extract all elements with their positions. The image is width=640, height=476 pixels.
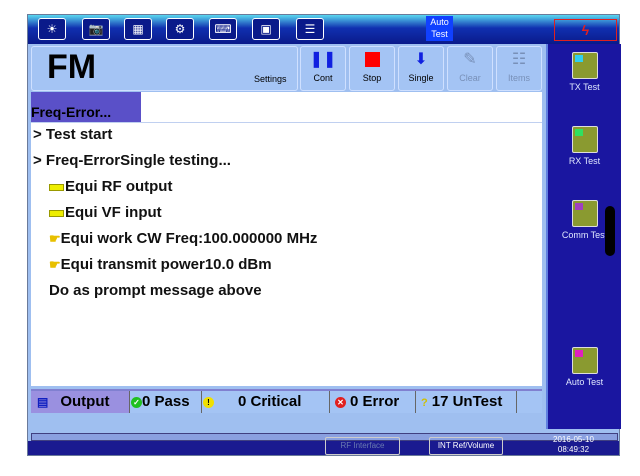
log-line: Equi RF output bbox=[49, 178, 172, 195]
connector-icon bbox=[49, 183, 64, 191]
output-tab[interactable]: ▤ Output bbox=[31, 391, 130, 413]
button-label: Cont bbox=[313, 73, 333, 83]
lightning-icon[interactable]: ϟ bbox=[554, 19, 617, 41]
sidebar-item-rx-test[interactable]: RX Test bbox=[548, 126, 621, 166]
items-list-icon: ☷ bbox=[511, 51, 527, 68]
date: 2016-05-10 bbox=[553, 435, 594, 444]
critical-label: 0 Critical bbox=[238, 393, 302, 410]
single-step-icon: ⬇ bbox=[414, 51, 428, 68]
radio-device-icon bbox=[571, 347, 598, 374]
stop-icon bbox=[350, 47, 394, 73]
sidebar-item-label: Comm Test bbox=[561, 230, 608, 240]
untest-label: 17 UnTest bbox=[431, 393, 503, 410]
radio-device-icon bbox=[571, 126, 598, 153]
pause-icon: ❚❚ bbox=[309, 51, 337, 68]
radio-device-icon bbox=[571, 200, 598, 227]
radio-device-icon bbox=[571, 52, 598, 79]
time: 08:49:32 bbox=[557, 445, 590, 454]
mode-title: FM bbox=[47, 48, 97, 86]
pass-label: 0 Pass bbox=[142, 393, 190, 410]
rf-interface-button[interactable]: RF Interface bbox=[325, 437, 400, 455]
output-log: Freq-Error... > Test start > Freq-ErrorS… bbox=[31, 92, 542, 386]
log-text: Equi transmit power10.0 dBm bbox=[60, 256, 272, 273]
output-label: Output bbox=[60, 393, 110, 410]
clear-brush-icon: ✎ bbox=[463, 51, 477, 68]
error-icon: ✕ bbox=[335, 396, 346, 408]
connector-icon bbox=[49, 209, 64, 217]
hand-pointer-icon: ☛ bbox=[49, 231, 61, 246]
page-scroll-handle[interactable] bbox=[605, 206, 615, 256]
tab-freq-error[interactable]: Freq-Error... bbox=[31, 92, 141, 122]
sidebar-item-tx-test[interactable]: TX Test bbox=[548, 52, 621, 92]
status-bar: ▤ Output ✓ 0 Pass ! 0 Critical ✕ 0 Error ? 17… bbox=[31, 389, 542, 413]
log-text: Equi RF output bbox=[65, 178, 173, 195]
save-icon[interactable]: ▣ bbox=[252, 18, 280, 40]
tab-bar: Freq-Error... bbox=[31, 92, 542, 123]
button-label: Stop bbox=[362, 73, 382, 83]
button-label: Items bbox=[507, 73, 530, 83]
log-line: ☛Equi work CW Freq:100.000000 MHz bbox=[49, 230, 317, 247]
hand-pointer-icon: ☛ bbox=[49, 257, 61, 272]
sidebar-item-auto-test[interactable]: Auto Test bbox=[548, 347, 621, 387]
pass-count: ✓ 0 Pass bbox=[131, 391, 202, 413]
printer-icon[interactable]: ▦ bbox=[124, 18, 152, 40]
critical-count: ! 0 Critical bbox=[203, 391, 330, 413]
settings-link[interactable]: Settings bbox=[254, 74, 287, 84]
untest-count: ? 17 UnTest bbox=[417, 391, 517, 413]
log-text: Equi VF input bbox=[65, 204, 162, 221]
camera-icon[interactable]: 📷 bbox=[82, 18, 110, 40]
single-button[interactable]: ⬇ Single bbox=[398, 46, 444, 91]
app-window: ☀ 📷 ▦ ⚙ ⌨ ▣ ☰ Auto Test ϟ TX Test RX Tes… bbox=[27, 14, 621, 456]
sidebar-item-label: TX Test bbox=[569, 82, 600, 92]
auto-test-indicator: Auto Test bbox=[426, 16, 453, 41]
log-line: > Test start bbox=[33, 126, 113, 143]
sidebar-item-label: Auto Test bbox=[565, 377, 604, 387]
report-icon[interactable]: ☰ bbox=[296, 18, 324, 40]
sidebar-item-label: RX Test bbox=[568, 156, 601, 166]
items-button[interactable]: ☷ Items bbox=[496, 46, 542, 91]
error-label: 0 Error bbox=[350, 393, 400, 410]
stop-button[interactable]: Stop bbox=[349, 46, 395, 91]
brightness-icon[interactable]: ☀ bbox=[38, 18, 66, 40]
cont-button[interactable]: ❚❚ Cont bbox=[300, 46, 346, 91]
button-label: Single bbox=[408, 73, 434, 83]
log-text: Equi work CW Freq:100.000000 MHz bbox=[60, 230, 318, 247]
log-line: > Freq-ErrorSingle testing... bbox=[33, 152, 231, 169]
keyboard-icon[interactable]: ⌨ bbox=[209, 18, 237, 40]
clear-button[interactable]: ✎ Clear bbox=[447, 46, 493, 91]
mode-panel[interactable]: FM Settings bbox=[31, 46, 298, 91]
settings-gear-icon[interactable]: ⚙ bbox=[166, 18, 194, 40]
log-line: ☛Equi transmit power10.0 dBm bbox=[49, 256, 272, 273]
datetime: 2016-05-10 08:49:32 bbox=[553, 435, 594, 455]
log-line: Equi VF input bbox=[49, 204, 162, 221]
top-toolbar: ☀ 📷 ▦ ⚙ ⌨ ▣ ☰ Auto Test ϟ bbox=[28, 15, 619, 44]
output-icon: ▤ bbox=[37, 395, 49, 409]
log-line: Do as prompt message above bbox=[49, 282, 262, 299]
int-ref-volume-button[interactable]: INT Ref/Volume bbox=[429, 437, 503, 455]
button-label: Clear bbox=[459, 73, 481, 83]
bottom-bar: RF Interface INT Ref/Volume 2016-05-10 08… bbox=[28, 435, 619, 455]
error-count: ✕ 0 Error bbox=[331, 391, 416, 413]
check-icon: ✓ bbox=[131, 396, 142, 408]
warning-icon: ! bbox=[203, 396, 214, 408]
question-icon: ? bbox=[421, 397, 428, 409]
